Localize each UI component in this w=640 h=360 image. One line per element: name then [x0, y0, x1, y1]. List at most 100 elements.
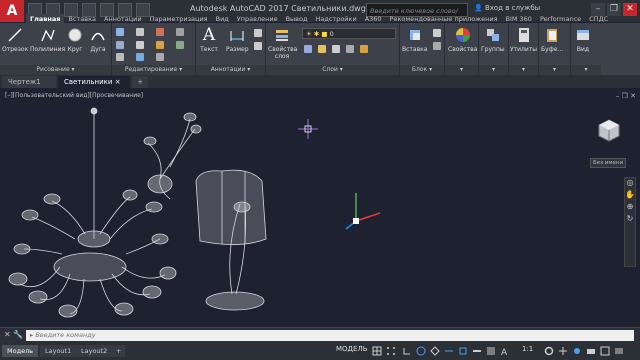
utilities-expand[interactable]: ▾ — [509, 65, 538, 75]
view-icon — [574, 26, 592, 44]
layer-dropdown[interactable]: ☀ ✱ ■ 0 — [302, 28, 396, 39]
drawing-viewport[interactable]: [–][Пользовательский вид][Просвечивание]… — [0, 89, 640, 327]
layer-lock-icon[interactable] — [360, 45, 368, 53]
rotate-icon[interactable] — [136, 28, 144, 36]
layer-match-icon[interactable] — [304, 45, 312, 53]
block-panel-title[interactable]: Блок ▾ — [400, 65, 444, 75]
model-space-button[interactable]: МОДЕЛЬ — [336, 345, 368, 353]
customization-icon[interactable] — [614, 346, 624, 356]
draw-panel-title[interactable]: Рисование ▾ — [0, 65, 111, 75]
wall-sconce-drawing — [143, 112, 202, 200]
array-icon[interactable] — [136, 53, 144, 61]
edit-block-icon[interactable] — [433, 42, 441, 50]
circle-tool[interactable]: Круг — [66, 26, 84, 53]
wcs-menu[interactable]: Без имени — [590, 158, 626, 168]
move-icon[interactable] — [116, 28, 124, 36]
doc-tab-svetilniki[interactable]: Светильники × — [58, 76, 130, 88]
layer-freeze-icon[interactable] — [346, 45, 354, 53]
fillet-icon[interactable] — [136, 41, 144, 49]
layout-tab-model[interactable]: Модель — [2, 345, 39, 357]
snap-icon[interactable] — [386, 346, 396, 356]
polar-tracking-icon[interactable] — [416, 346, 426, 356]
leader-icon[interactable] — [254, 29, 262, 37]
steeringwheel-icon[interactable]: ◎ — [625, 178, 635, 190]
command-placeholder: Введите команду — [35, 331, 96, 339]
clipboard-tool[interactable]: Буфе... — [541, 26, 563, 53]
layout-tab-layout1[interactable]: Layout1 — [40, 345, 77, 357]
view-label: Вид — [576, 46, 590, 53]
layers-panel-title[interactable]: Слои ▾ — [266, 65, 399, 75]
object-snap-icon[interactable] — [458, 346, 468, 356]
groups-expand[interactable]: ▾ — [479, 65, 508, 75]
layout-tab-layout2[interactable]: Layout2 — [76, 345, 113, 357]
application-menu-button[interactable]: A — [0, 0, 24, 22]
polyline-label: Полилиния — [30, 46, 66, 53]
close-tab-icon[interactable]: × — [115, 78, 121, 86]
isodraft-icon[interactable] — [430, 346, 440, 356]
trim-icon[interactable] — [156, 28, 164, 36]
mirror-icon[interactable] — [116, 41, 124, 49]
annotation-scale-icon[interactable]: A — [500, 346, 510, 356]
grid-icon[interactable] — [372, 346, 382, 356]
table-icon[interactable] — [254, 42, 262, 50]
status-bar: Модель Layout1 Layout2 + МОДЕЛЬ A 1:1 — [0, 342, 640, 360]
dimension-icon — [228, 26, 246, 44]
polyline-tool[interactable]: Полилиния — [30, 26, 65, 53]
view-tool[interactable]: Вид — [574, 26, 592, 53]
insert-block-icon — [406, 26, 424, 44]
lineweight-icon[interactable] — [472, 346, 482, 356]
viewcube-icon — [598, 119, 620, 142]
copy-icon[interactable] — [176, 28, 184, 36]
view-panel: Вид ▾ — [571, 23, 601, 75]
scale-icon[interactable] — [116, 53, 124, 61]
lightbulb-icon: ☀ ✱ ■ — [306, 30, 330, 38]
layer-isolate-icon[interactable] — [332, 45, 340, 53]
transparency-icon[interactable] — [486, 346, 496, 356]
arc-tool[interactable]: Дуга — [89, 26, 107, 53]
layer-properties-tool[interactable]: Свойства слоя — [268, 26, 297, 60]
hardware-acceleration-icon[interactable] — [586, 346, 596, 356]
command-input[interactable]: ▸ Введите команду — [26, 330, 634, 341]
properties-expand[interactable]: ▾ — [445, 65, 478, 75]
clipboard-label: Буфе... — [541, 46, 564, 53]
groups-tool[interactable]: Группы — [481, 26, 505, 53]
text-tool[interactable]: A Текст — [200, 25, 218, 53]
utilities-panel: Утилиты ▾ — [509, 23, 539, 75]
insert-block-tool[interactable]: Вставка — [402, 26, 427, 53]
dimension-tool[interactable]: Размер — [226, 26, 249, 53]
properties-tool[interactable]: Свойства — [448, 26, 477, 53]
plus-icon[interactable] — [558, 346, 568, 356]
signin-button[interactable]: 👤 Вход в службы — [474, 4, 540, 12]
doc-tab-drawing1[interactable]: Чертеж1 — [2, 76, 56, 88]
viewcube[interactable] — [595, 117, 623, 145]
object-snap-tracking-icon[interactable] — [444, 346, 454, 356]
offset-icon[interactable] — [156, 53, 164, 61]
utilities-tool[interactable]: Утилиты — [510, 26, 537, 53]
explode-icon[interactable] — [156, 41, 164, 49]
view-expand[interactable]: ▾ — [571, 65, 601, 75]
isolate-objects-icon[interactable] — [572, 346, 582, 356]
modify-panel-title[interactable]: Редактирование ▾ — [112, 65, 195, 75]
close-command-icon[interactable]: ✕ 🔧 — [4, 330, 23, 339]
clipboard-icon — [543, 26, 561, 44]
circle-icon — [66, 26, 84, 44]
layer-off-icon[interactable] — [318, 45, 326, 53]
gear-icon[interactable] — [544, 346, 554, 356]
new-tab-button[interactable]: + — [132, 76, 148, 88]
orbit-icon[interactable]: ↻ — [625, 214, 635, 226]
dimension-label: Размер — [226, 46, 249, 53]
clean-screen-icon[interactable] — [600, 346, 610, 356]
ortho-icon[interactable] — [402, 346, 412, 356]
stretch-icon[interactable] — [176, 41, 184, 49]
close-icon[interactable]: ✕ — [623, 3, 637, 16]
clipboard-expand[interactable]: ▾ — [539, 65, 570, 75]
create-block-icon[interactable] — [433, 29, 441, 37]
line-tool[interactable]: Отрезок — [2, 26, 28, 53]
layers-panel-title-label: Слои — [322, 66, 338, 73]
pan-icon[interactable]: ✋ — [625, 190, 635, 202]
annotation-panel-title[interactable]: Аннотации ▾ — [196, 65, 265, 75]
annotation-scale-value[interactable]: 1:1 — [522, 345, 533, 353]
zoom-icon[interactable]: ⊕ — [625, 202, 635, 214]
arc-label: Дуга — [90, 46, 106, 53]
add-layout-button[interactable]: + — [112, 345, 126, 357]
